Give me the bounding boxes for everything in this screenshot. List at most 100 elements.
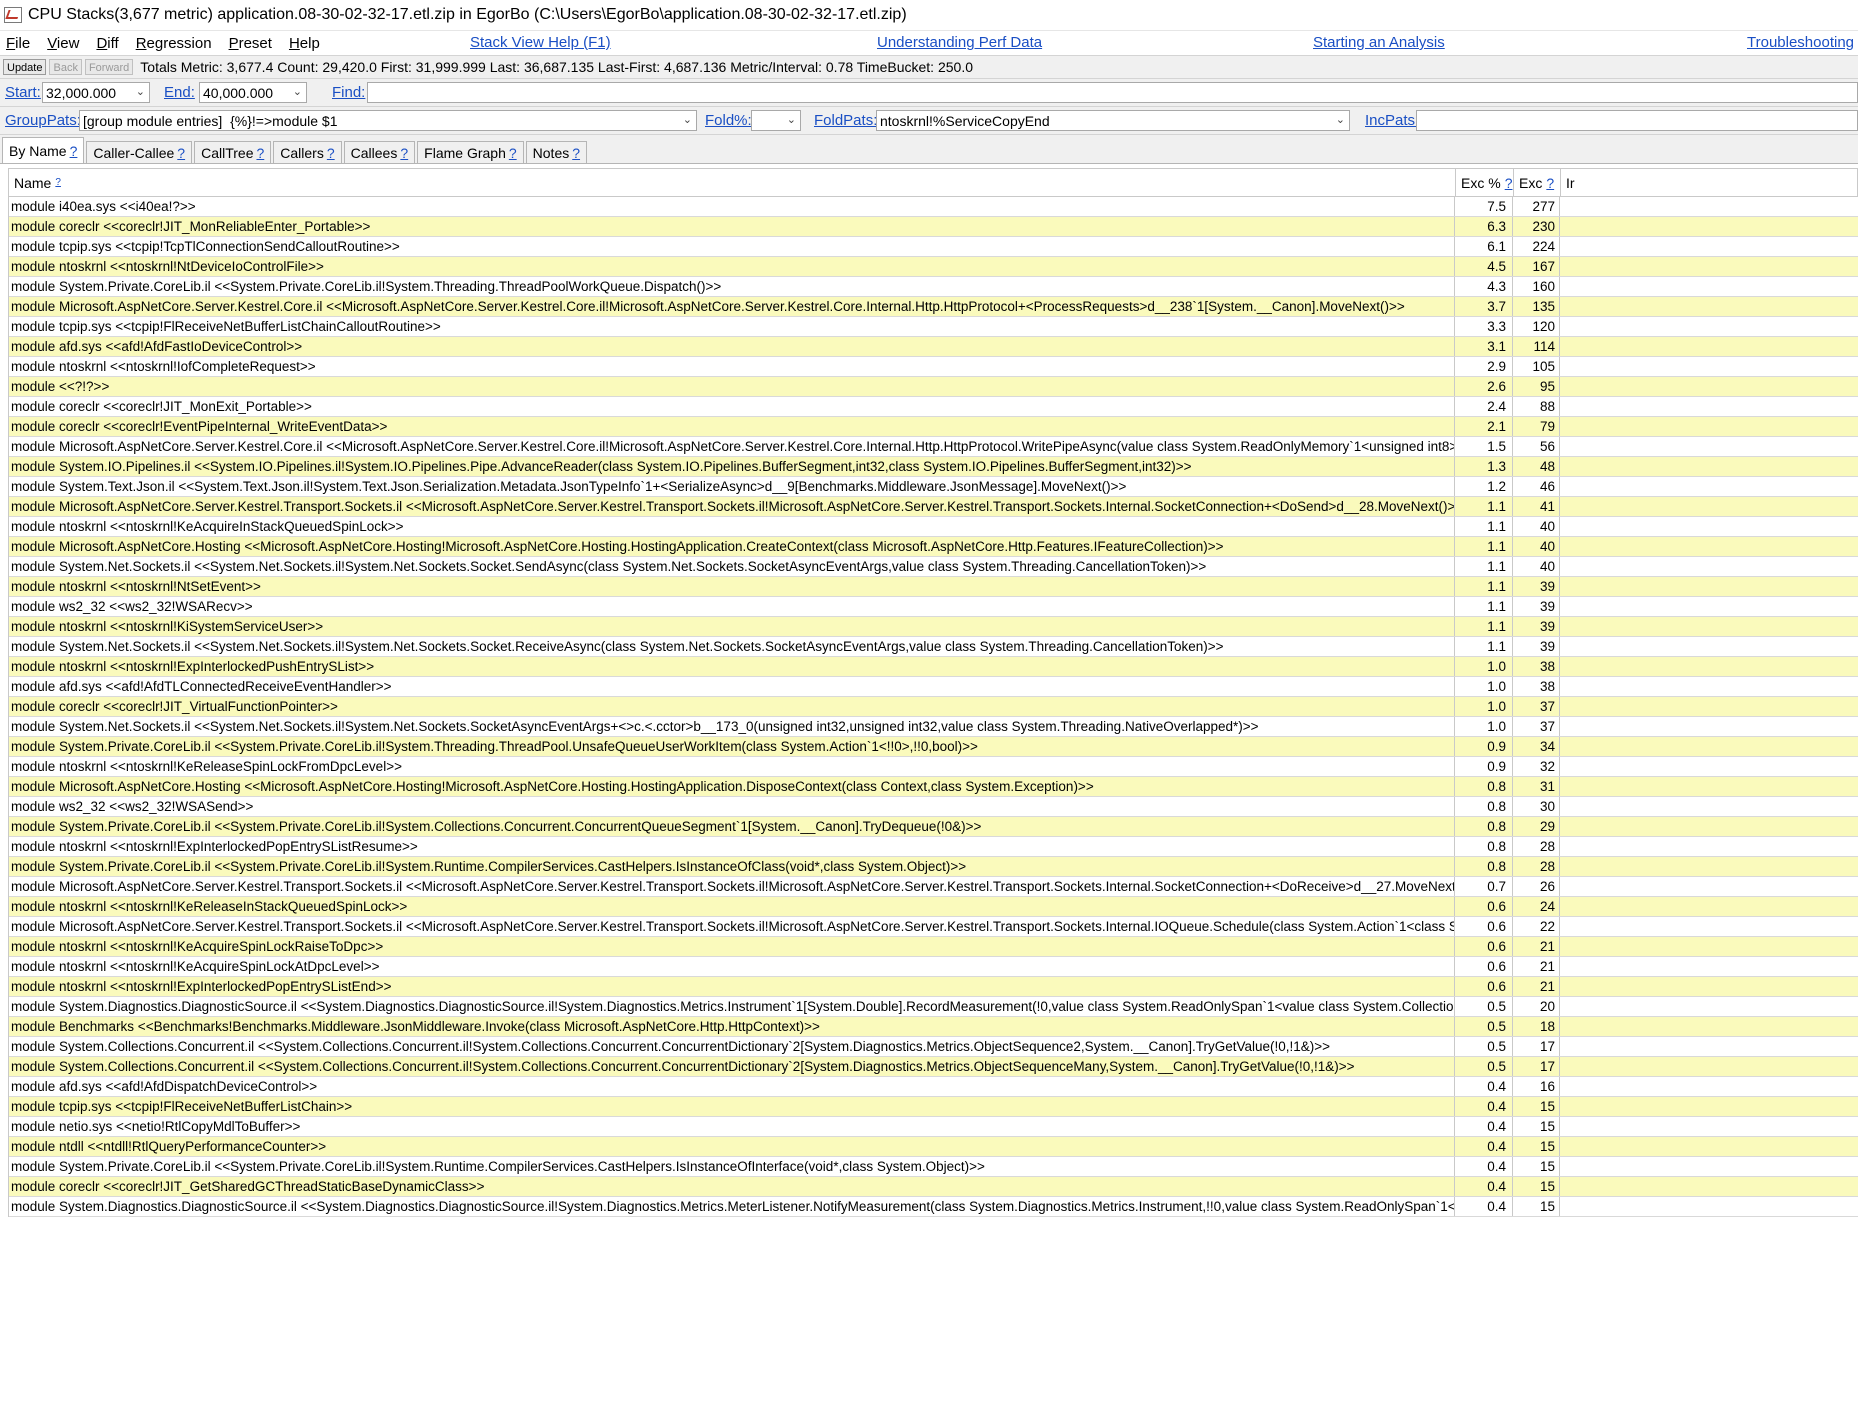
incpats-label[interactable]: IncPats:: [1365, 112, 1419, 129]
row-name[interactable]: module System.Collections.Concurrent.il …: [9, 1037, 1455, 1056]
table-row[interactable]: module tcpip.sys <<tcpip!FlReceiveNetBuf…: [9, 317, 1858, 337]
row-name[interactable]: module coreclr <<coreclr!JIT_MonReliable…: [9, 217, 1455, 236]
row-name[interactable]: module ntoskrnl <<ntoskrnl!KeReleaseInSt…: [9, 897, 1455, 916]
help-icon[interactable]: ?: [400, 145, 408, 161]
row-name[interactable]: module System.IO.Pipelines.il <<System.I…: [9, 457, 1455, 476]
row-name[interactable]: module System.Private.CoreLib.il <<Syste…: [9, 1157, 1455, 1176]
row-name[interactable]: module i40ea.sys <<i40ea!?>>: [9, 197, 1455, 216]
table-row[interactable]: module Microsoft.AspNetCore.Server.Kestr…: [9, 297, 1858, 317]
row-name[interactable]: module afd.sys <<afd!AfdDispatchDeviceCo…: [9, 1077, 1455, 1096]
chevron-down-icon[interactable]: ⌄: [136, 85, 145, 98]
row-name[interactable]: module tcpip.sys <<tcpip!FlReceiveNetBuf…: [9, 1097, 1455, 1116]
row-name[interactable]: module System.Net.Sockets.il <<System.Ne…: [9, 557, 1455, 576]
table-row[interactable]: module ntoskrnl <<ntoskrnl!KiSystemServi…: [9, 617, 1858, 637]
menu-diff[interactable]: Diff: [96, 35, 118, 52]
table-row[interactable]: module Microsoft.AspNetCore.Hosting <<Mi…: [9, 777, 1858, 797]
grouppats-label[interactable]: GroupPats:: [5, 112, 81, 129]
foldpct-combo[interactable]: ⌄: [751, 110, 801, 131]
column-header-inc[interactable]: Ir: [1561, 169, 1581, 196]
table-row[interactable]: module System.Private.CoreLib.il <<Syste…: [9, 277, 1858, 297]
table-row[interactable]: module System.Diagnostics.DiagnosticSour…: [9, 1197, 1858, 1217]
row-name[interactable]: module ntoskrnl <<ntoskrnl!ExpInterlocke…: [9, 837, 1455, 856]
table-row[interactable]: module System.Net.Sockets.il <<System.Ne…: [9, 637, 1858, 657]
row-name[interactable]: module System.Diagnostics.DiagnosticSour…: [9, 997, 1455, 1016]
link-stack-view-help[interactable]: Stack View Help (F1): [470, 34, 611, 51]
table-row[interactable]: module <<?!?>> 2.6 95: [9, 377, 1858, 397]
help-icon[interactable]: ?: [256, 145, 264, 161]
start-combo[interactable]: 32,000.000 ⌄: [42, 82, 150, 103]
table-row[interactable]: module System.Diagnostics.DiagnosticSour…: [9, 997, 1858, 1017]
column-header-exc-pct[interactable]: Exc % ?: [1456, 169, 1514, 196]
row-name[interactable]: module Microsoft.AspNetCore.Server.Kestr…: [9, 877, 1455, 896]
row-name[interactable]: module ntoskrnl <<ntoskrnl!ExpInterlocke…: [9, 977, 1455, 996]
tab-by-name[interactable]: By Name?: [2, 137, 85, 163]
incpats-input[interactable]: [1416, 110, 1858, 131]
row-name[interactable]: module ntoskrnl <<ntoskrnl!ExpInterlocke…: [9, 657, 1455, 676]
row-name[interactable]: module tcpip.sys <<tcpip!TcpTlConnection…: [9, 237, 1455, 256]
row-name[interactable]: module Microsoft.AspNetCore.Server.Kestr…: [9, 497, 1455, 516]
row-name[interactable]: module ntoskrnl <<ntoskrnl!KiSystemServi…: [9, 617, 1455, 636]
table-row[interactable]: module tcpip.sys <<tcpip!TcpTlConnection…: [9, 237, 1858, 257]
link-troubleshooting[interactable]: Troubleshooting: [1747, 34, 1854, 51]
table-row[interactable]: module coreclr <<coreclr!EventPipeIntern…: [9, 417, 1858, 437]
foldpats-combo[interactable]: ntoskrnl!%ServiceCopyEnd ⌄: [876, 110, 1350, 131]
table-row[interactable]: module System.Collections.Concurrent.il …: [9, 1037, 1858, 1057]
table-row[interactable]: module ntoskrnl <<ntoskrnl!KeAcquireInSt…: [9, 517, 1858, 537]
row-name[interactable]: module System.Text.Json.il <<System.Text…: [9, 477, 1455, 496]
row-name[interactable]: module afd.sys <<afd!AfdTLConnectedRecei…: [9, 677, 1455, 696]
row-name[interactable]: module netio.sys <<netio!RtlCopyMdlToBuf…: [9, 1117, 1455, 1136]
table-row[interactable]: module Microsoft.AspNetCore.Server.Kestr…: [9, 877, 1858, 897]
end-combo[interactable]: 40,000.000 ⌄: [199, 82, 307, 103]
table-row[interactable]: module ntoskrnl <<ntoskrnl!ExpInterlocke…: [9, 977, 1858, 997]
row-name[interactable]: module <<?!?>>: [9, 377, 1455, 396]
row-name[interactable]: module Microsoft.AspNetCore.Server.Kestr…: [9, 297, 1455, 316]
help-icon[interactable]: ?: [327, 145, 335, 161]
help-icon[interactable]: ?: [1505, 175, 1513, 191]
row-name[interactable]: module coreclr <<coreclr!JIT_VirtualFunc…: [9, 697, 1455, 716]
table-row[interactable]: module coreclr <<coreclr!JIT_GetSharedGC…: [9, 1177, 1858, 1197]
row-name[interactable]: module ntoskrnl <<ntoskrnl!NtSetEvent>>: [9, 577, 1455, 596]
table-row[interactable]: module ntoskrnl <<ntoskrnl!KeAcquireSpin…: [9, 937, 1858, 957]
row-name[interactable]: module Microsoft.AspNetCore.Server.Kestr…: [9, 437, 1455, 456]
table-row[interactable]: module coreclr <<coreclr!JIT_MonExit_Por…: [9, 397, 1858, 417]
table-row[interactable]: module ntoskrnl <<ntoskrnl!NtDeviceIoCon…: [9, 257, 1858, 277]
tab-notes[interactable]: Notes?: [525, 141, 588, 163]
table-row[interactable]: module System.Private.CoreLib.il <<Syste…: [9, 737, 1858, 757]
back-button[interactable]: Back: [49, 59, 82, 75]
row-name[interactable]: module afd.sys <<afd!AfdFastIoDeviceCont…: [9, 337, 1455, 356]
row-name[interactable]: module System.Private.CoreLib.il <<Syste…: [9, 857, 1455, 876]
table-row[interactable]: module afd.sys <<afd!AfdTLConnectedRecei…: [9, 677, 1858, 697]
chevron-down-icon[interactable]: ⌄: [683, 113, 692, 126]
chevron-down-icon[interactable]: ⌄: [787, 113, 796, 126]
table-row[interactable]: module ntoskrnl <<ntoskrnl!NtSetEvent>> 1…: [9, 577, 1858, 597]
row-name[interactable]: module tcpip.sys <<tcpip!FlReceiveNetBuf…: [9, 317, 1455, 336]
grouppats-combo[interactable]: [group module entries] {%}!=>module $1 ⌄: [79, 110, 697, 131]
table-row[interactable]: module System.Private.CoreLib.il <<Syste…: [9, 817, 1858, 837]
row-name[interactable]: module coreclr <<coreclr!JIT_GetSharedGC…: [9, 1177, 1455, 1196]
help-icon[interactable]: ?: [572, 145, 580, 161]
table-row[interactable]: module tcpip.sys <<tcpip!FlReceiveNetBuf…: [9, 1097, 1858, 1117]
table-row[interactable]: module i40ea.sys <<i40ea!?>> 7.5 277: [9, 197, 1858, 217]
row-name[interactable]: module coreclr <<coreclr!JIT_MonExit_Por…: [9, 397, 1455, 416]
table-row[interactable]: module System.Private.CoreLib.il <<Syste…: [9, 1157, 1858, 1177]
table-row[interactable]: module Microsoft.AspNetCore.Server.Kestr…: [9, 437, 1858, 457]
table-row[interactable]: module System.Private.CoreLib.il <<Syste…: [9, 857, 1858, 877]
menu-help[interactable]: Help: [289, 35, 320, 52]
row-name[interactable]: module ntoskrnl <<ntoskrnl!KeAcquireSpin…: [9, 957, 1455, 976]
row-name[interactable]: module ntoskrnl <<ntoskrnl!KeReleaseSpin…: [9, 757, 1455, 776]
help-icon[interactable]: ?: [55, 177, 61, 188]
tab-caller-callee[interactable]: Caller-Callee?: [86, 141, 193, 163]
row-name[interactable]: module ws2_32 <<ws2_32!WSARecv>>: [9, 597, 1455, 616]
start-label[interactable]: Start:: [5, 84, 41, 101]
table-row[interactable]: module Benchmarks <<Benchmarks!Benchmark…: [9, 1017, 1858, 1037]
tab-callers[interactable]: Callers?: [273, 141, 342, 163]
row-name[interactable]: module System.Collections.Concurrent.il …: [9, 1057, 1455, 1076]
help-icon[interactable]: ?: [177, 145, 185, 161]
end-label[interactable]: End:: [164, 84, 195, 101]
column-header-exc[interactable]: Exc ?: [1514, 169, 1561, 196]
update-button[interactable]: Update: [3, 59, 47, 75]
menu-regression[interactable]: Regression: [136, 35, 212, 52]
row-name[interactable]: module System.Private.CoreLib.il <<Syste…: [9, 737, 1455, 756]
table-row[interactable]: module System.Net.Sockets.il <<System.Ne…: [9, 717, 1858, 737]
table-row[interactable]: module ntdll <<ntdll!RtlQueryPerformance…: [9, 1137, 1858, 1157]
